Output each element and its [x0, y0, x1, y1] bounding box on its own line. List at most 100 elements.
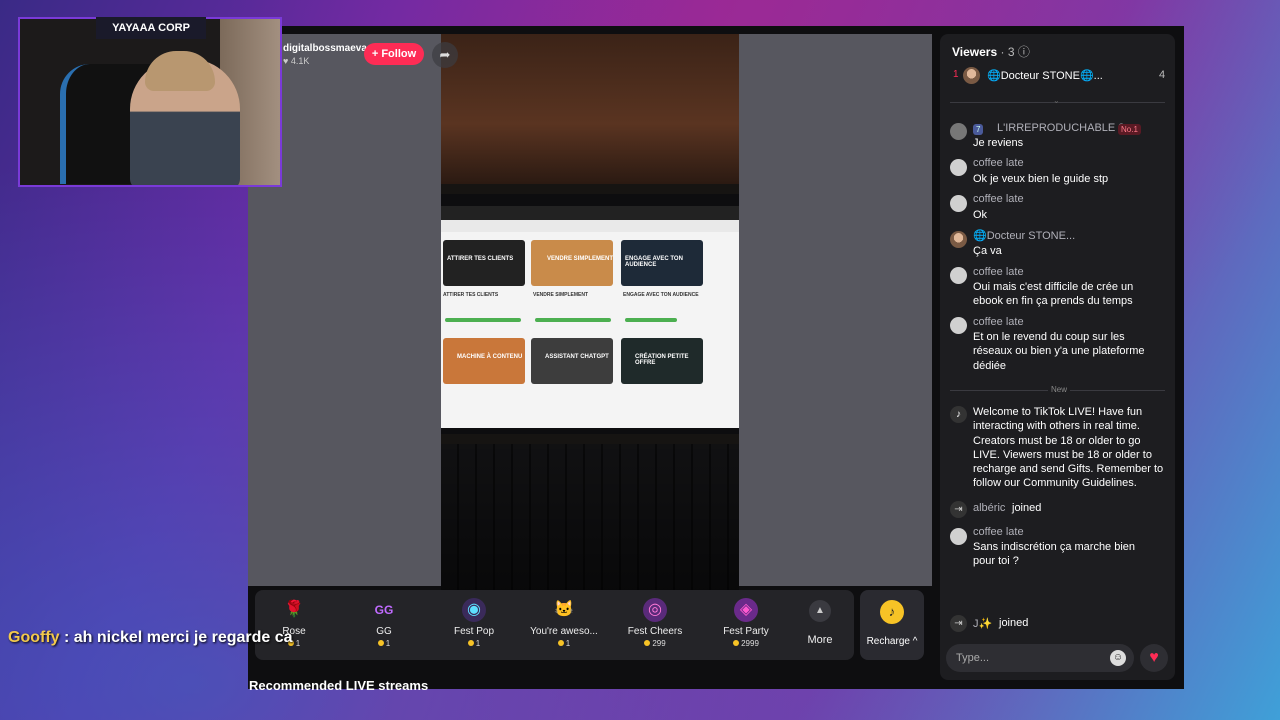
chat-message: Ok je veux bien le guide stp — [973, 173, 1109, 185]
gift-item[interactable]: ◎ Fest Cheers 299 — [610, 594, 700, 648]
gg-icon: GG — [374, 603, 394, 617]
chat-username[interactable]: coffee late — [973, 526, 1024, 538]
gift-item[interactable]: 🐱 You're aweso... 1 — [519, 594, 609, 648]
gift-item[interactable]: ◈ Fest Party 2999 — [701, 594, 791, 648]
level-badge: 7 — [973, 124, 984, 135]
coin-icon — [733, 640, 740, 646]
progress-bar — [625, 318, 677, 322]
recharge-label: Recharge ^ — [866, 636, 918, 647]
viewer-score: 4 — [1159, 69, 1166, 81]
system-message: Welcome to TikTok LIVE! Have fun interac… — [973, 406, 1164, 490]
chat-message: Oui mais c'est difficile de crée un eboo… — [973, 281, 1134, 308]
course-card: ASSISTANT CHATGPT — [531, 338, 613, 384]
overlay-chat-text: : ah nickel merci je regarde ca — [64, 629, 293, 646]
joined-text: joined — [999, 617, 1029, 629]
cam-hair — [145, 51, 215, 91]
overlay-chat-user: Gooffy — [8, 629, 60, 646]
course-card: ENGAGE AVEC TON AUDIENCE — [621, 240, 703, 286]
chat-message: Et on le revend du coup sur les réseaux … — [973, 331, 1145, 372]
recommended-title: Recommended LIVE streams — [249, 678, 429, 693]
coin-icon — [467, 640, 474, 646]
gift-name: Fest Cheers — [627, 626, 683, 637]
chat-input[interactable] — [956, 650, 1106, 666]
keyboard-shade — [441, 444, 739, 590]
chat-username[interactable]: coffee late — [973, 157, 1024, 169]
gift-item[interactable]: GG GG 1 — [339, 594, 429, 648]
gift-name: Fest Pop — [453, 626, 495, 637]
top-viewer-name[interactable]: 🌐Docteur STONE🌐... — [987, 69, 1103, 82]
chevron-up-icon: ▲ — [809, 600, 831, 622]
follow-button[interactable]: + Follow — [364, 43, 424, 65]
recharge-button[interactable]: ♪ Recharge ^ — [860, 590, 924, 660]
tiktok-icon: ♪ — [950, 406, 967, 423]
chat-message: Sans indiscrétion ça marche bien pour to… — [973, 541, 1136, 568]
avatar[interactable] — [950, 231, 967, 248]
gift-name: Fest Party — [723, 626, 769, 637]
webcam-overlay — [18, 17, 282, 187]
coin-icon — [377, 640, 384, 646]
gift-price: 1 — [519, 639, 609, 648]
share-icon[interactable]: ➦ — [432, 42, 458, 68]
chat-username[interactable]: L'IRREPRODUCHABLE 2... — [997, 122, 1134, 134]
gift-item[interactable]: ◉ Fest Pop 1 — [429, 594, 519, 648]
more-gifts-button[interactable]: ▲ More — [805, 600, 835, 646]
coin-icon — [644, 640, 651, 646]
chat-message: Ça va — [973, 245, 1002, 257]
webcam-title: YAYAAA CORP — [96, 17, 206, 39]
joined-username[interactable]: albéric — [973, 502, 1005, 514]
card-caption: ENGAGE AVEC TON AUDIENCE — [623, 292, 699, 298]
avatar[interactable] — [950, 195, 967, 212]
host-likes: ♥ 4.1K — [283, 56, 310, 66]
gift-price: 299 — [610, 639, 700, 648]
heart-icon[interactable]: ♥ — [1140, 644, 1168, 672]
course-card: CRÉATION PETITE OFFRE — [621, 338, 703, 384]
chat-message: Je reviens — [973, 137, 1024, 149]
join-icon: ⇥ — [950, 501, 967, 518]
fest-pop-icon: ◉ — [462, 598, 486, 622]
chevron-down-icon[interactable]: ⌄ — [1053, 96, 1060, 105]
rose-icon: 🌹 — [284, 601, 304, 618]
chat-username[interactable]: coffee late — [973, 316, 1024, 328]
gift-price: 2999 — [701, 639, 791, 648]
gift-price: 1 — [429, 639, 519, 648]
viewer-rank: 1 — [953, 69, 959, 80]
joined-username[interactable]: J✨ — [973, 617, 992, 630]
host-name[interactable]: digitalbossmaeva — [283, 43, 367, 54]
tiktok-coin-icon: ♪ — [880, 600, 904, 624]
overlay-chat-message: Gooffy : ah nickel merci je regarde ca — [8, 629, 293, 647]
avatar[interactable] — [950, 267, 967, 284]
host-info[interactable]: digitalbossmaeva ♥ 4.1K — [283, 43, 367, 66]
emoji-icon[interactable]: ☺ — [1110, 650, 1126, 666]
progress-bar — [445, 318, 521, 322]
chat-username[interactable]: coffee late — [973, 266, 1024, 278]
info-icon[interactable]: ⓘ — [1018, 45, 1030, 59]
rank-badge: No.1 — [1118, 124, 1141, 135]
browser-tabs — [441, 206, 739, 220]
chat-username[interactable]: 🌐Docteur STONE... — [973, 229, 1075, 242]
fest-cheers-icon: ◎ — [643, 598, 667, 622]
card-caption: VENDRE SIMPLEMENT — [533, 292, 589, 298]
laptop-screen: ATTIRER TES CLIENTS VENDRE SIMPLEMENT EN… — [441, 206, 739, 428]
avatar[interactable] — [963, 67, 980, 84]
viewers-header[interactable]: Viewers · 3 ⓘ — [952, 43, 1030, 60]
avatar[interactable] — [950, 317, 967, 334]
browser-address — [441, 220, 739, 232]
viewers-label: Viewers — [952, 45, 998, 59]
avatar[interactable] — [950, 123, 967, 140]
gift-name: GG — [376, 626, 392, 637]
gift-bar: 🌹 Rose 1 GG GG 1 ◉ Fest Pop 1 🐱 You're a… — [255, 590, 854, 660]
chat-username[interactable]: coffee late — [973, 193, 1024, 205]
avatar[interactable] — [950, 159, 967, 176]
progress-bar — [535, 318, 611, 322]
more-label: More — [807, 634, 833, 646]
live-video[interactable]: ATTIRER TES CLIENTS VENDRE SIMPLEMENT EN… — [441, 34, 739, 590]
avatar[interactable] — [950, 528, 967, 545]
cat-icon: 🐱 — [554, 601, 574, 618]
fest-party-icon: ◈ — [734, 598, 758, 622]
new-messages-label: New — [1048, 385, 1071, 394]
chat-input-wrap[interactable] — [946, 644, 1134, 672]
chat-message: Ok — [973, 209, 988, 221]
gift-price: 1 — [339, 639, 429, 648]
viewer-count: · 3 — [1000, 45, 1015, 59]
course-card: VENDRE SIMPLEMENT — [531, 240, 613, 286]
